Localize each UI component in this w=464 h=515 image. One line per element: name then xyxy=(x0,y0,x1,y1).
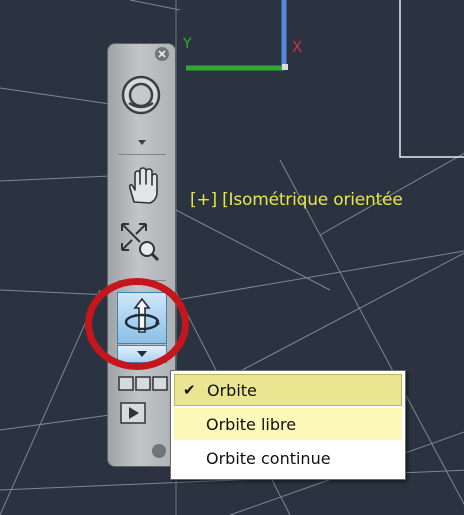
menu-item-orbite[interactable]: ✔ Orbite xyxy=(174,374,402,406)
separator xyxy=(118,154,166,155)
drawing-viewport[interactable]: Y X [+] [Isométrique orientée ✔ Orbite O… xyxy=(0,0,464,515)
steering-wheel-dropdown[interactable] xyxy=(138,140,146,145)
orbit-dropdown-menu: ✔ Orbite Orbite libre Orbite continue xyxy=(170,370,406,480)
menu-item-orbite-continue[interactable]: Orbite continue xyxy=(174,442,402,474)
ucs-y-label: Y xyxy=(183,36,192,52)
show-motion-button[interactable] xyxy=(118,374,168,394)
menu-item-orbite-libre[interactable]: Orbite libre xyxy=(174,408,402,440)
customize-icon[interactable] xyxy=(152,444,166,458)
menu-item-label: Orbite continue xyxy=(206,448,331,468)
menu-item-label: Orbite libre xyxy=(206,414,297,434)
viewport-controls-label[interactable]: [+] [Isométrique orientée xyxy=(190,190,403,210)
filmstrip-icon xyxy=(118,376,168,391)
pan-button[interactable] xyxy=(122,166,162,206)
hand-icon xyxy=(128,167,158,204)
steering-wheel-button[interactable] xyxy=(120,74,162,116)
play-icon xyxy=(120,402,146,424)
checkmark-icon: ✔ xyxy=(183,381,196,399)
zoom-extents-button[interactable] xyxy=(118,220,162,264)
zoom-extents-icon xyxy=(121,223,160,262)
close-icon[interactable] xyxy=(155,47,169,61)
menu-item-label: Orbite xyxy=(207,380,257,400)
ucs-x-label: X xyxy=(292,38,303,56)
navigation-bar xyxy=(107,43,176,467)
highlight-ring xyxy=(85,278,189,370)
steering-wheel-icon xyxy=(121,75,161,115)
play-button[interactable] xyxy=(120,402,146,424)
